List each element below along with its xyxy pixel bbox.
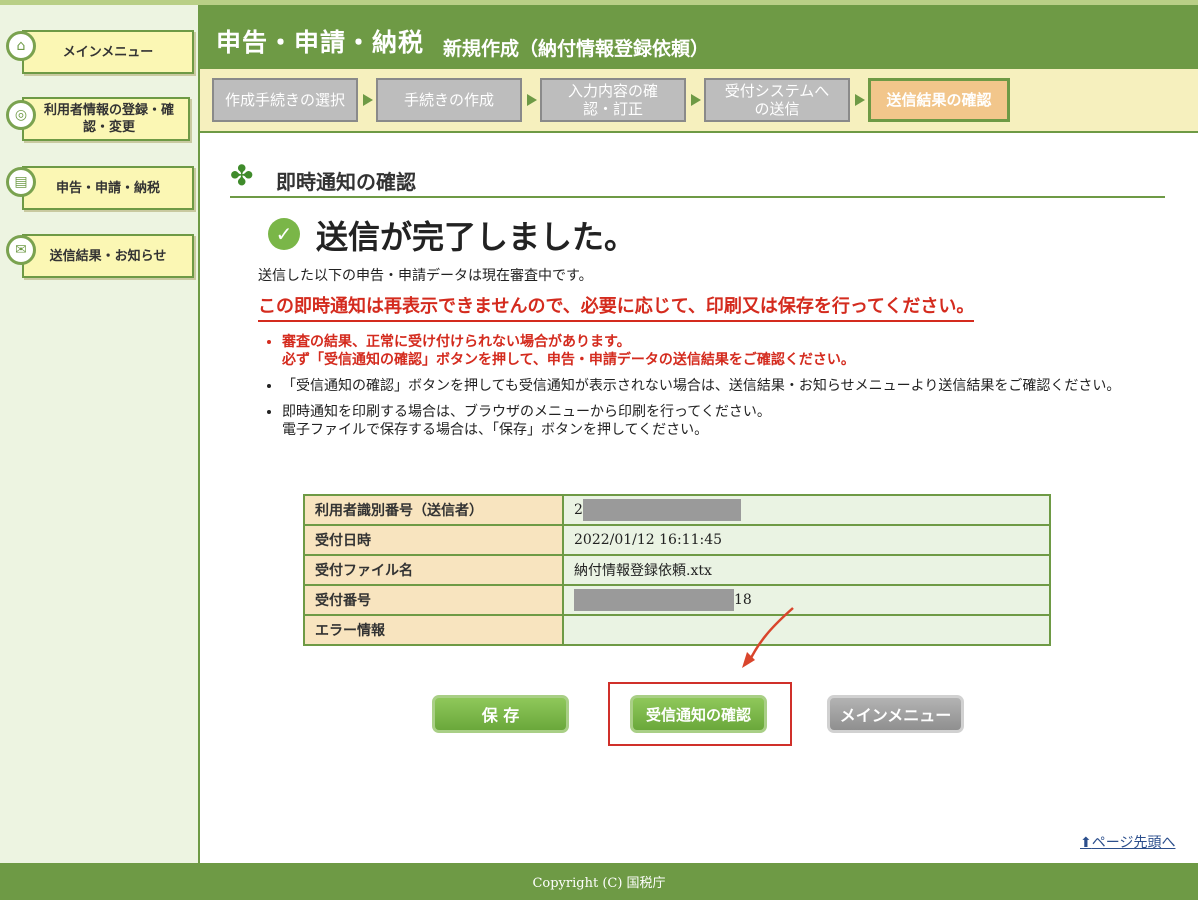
sidebar-item-filing[interactable]: 申告・申請・納税 [22, 166, 194, 210]
table-cell-label: エラー情報 [303, 614, 564, 646]
progress-steps: 作成手続きの選択 手続きの作成 入力内容の確認・訂正 受付システムへの送信 送信… [200, 69, 1198, 133]
main-menu-button[interactable]: メインメニュー [827, 695, 964, 733]
intro-text: 送信した以下の申告・申請データは現在審査中です。 [258, 268, 593, 284]
table-cell-value: 納付情報登録依頼.xtx [562, 554, 1051, 586]
highlight-box [608, 682, 792, 746]
annotation-arrow-icon [742, 607, 794, 668]
table-cell-value [562, 614, 1051, 646]
table-cell-value: 2 [562, 494, 1051, 526]
sidebar-item-user-info[interactable]: 利用者情報の登録・確認・変更 [22, 97, 190, 141]
save-button[interactable]: 保 存 [432, 695, 569, 733]
receipt-info-table: 利用者識別番号（送信者） 2 受付日時 2022/01/12 16:11:45 … [303, 494, 1051, 646]
redaction-mask [574, 589, 734, 611]
table-cell-label: 受付日時 [303, 524, 564, 556]
step-arrow-icon [855, 94, 865, 106]
step-label: 入力内容の確認・訂正 [567, 82, 658, 118]
sidebar: メインメニュー ⌂ 利用者情報の登録・確認・変更 ◎ 申告・申請・納税 ▤ 送信… [0, 5, 200, 863]
table-cell-value: 18 [562, 584, 1051, 616]
user-id-value: 2 [574, 502, 583, 518]
note-text: 「受信通知の確認」ボタンを押しても受信通知が表示されない場合は、送信結果・お知ら… [282, 378, 1121, 394]
table-row: 受付ファイル名 納付情報登録依頼.xtx [303, 554, 1051, 586]
step-arrow-icon [363, 94, 373, 106]
user-settings-icon: ◎ [6, 100, 36, 130]
warning-text: この即時通知は再表示できませんので、必要に応じて、印刷又は保存を行ってください。 [258, 292, 975, 322]
sidebar-item-main-menu[interactable]: メインメニュー [22, 30, 194, 74]
table-row: 受付番号 18 [303, 584, 1051, 616]
note-text: 審査の結果、正常に受け付けられない場合があります。 [282, 334, 631, 350]
note-text: 即時通知を印刷する場合は、ブラウザのメニューから印刷を行ってください。 [282, 404, 771, 420]
table-cell-label: 利用者識別番号（送信者） [303, 494, 564, 526]
table-cell-label: 受付番号 [303, 584, 564, 616]
step-confirm: 入力内容の確認・訂正 [540, 78, 686, 122]
step-label: 手続きの作成 [403, 91, 494, 109]
sidebar-item-label: 申告・申請・納税 [55, 180, 160, 196]
home-icon: ⌂ [6, 31, 36, 61]
table-row: 受付日時 2022/01/12 16:11:45 [303, 524, 1051, 556]
completion-text: 送信が完了しました。 [316, 218, 637, 256]
table-row: 利用者識別番号（送信者） 2 [303, 494, 1051, 526]
list-item: 即時通知を印刷する場合は、ブラウザのメニューから印刷を行ってください。 電子ファ… [282, 403, 1187, 439]
step-label: 受付システムへの送信 [724, 82, 830, 118]
checkmark-icon: ✓ [268, 218, 300, 250]
sidebar-item-label: メインメニュー [62, 44, 154, 60]
step-result: 送信結果の確認 [868, 78, 1010, 122]
page-top-link[interactable]: ⬆ページ先頭へ [1080, 832, 1175, 852]
page-subtitle: 新規作成（納付情報登録依頼） [443, 38, 710, 60]
step-arrow-icon [691, 94, 701, 106]
document-icon: ▤ [6, 167, 36, 197]
page-header: 申告・申請・納税 新規作成（納付情報登録依頼） [200, 5, 1198, 69]
clover-icon: ✤ [230, 159, 254, 192]
notes-list: 審査の結果、正常に受け付けられない場合があります。 必ず「受信通知の確認」ボタン… [262, 333, 1187, 447]
section-title: 即時通知の確認 [276, 170, 416, 194]
sidebar-item-label: 送信結果・お知らせ [49, 248, 167, 264]
sidebar-item-label: 利用者情報の登録・確認・変更 [43, 103, 174, 135]
step-label: 作成手続きの選択 [224, 91, 345, 109]
step-label: 送信結果の確認 [886, 91, 992, 109]
up-arrow-icon: ⬆ [1080, 835, 1092, 851]
page-top-label: ページ先頭へ [1091, 835, 1176, 851]
note-text: 必ず「受信通知の確認」ボタンを押して、申告・申請データの送信結果をご確認ください… [282, 352, 855, 368]
page-title: 申告・申請・納税 [216, 28, 425, 57]
list-item: 審査の結果、正常に受け付けられない場合があります。 必ず「受信通知の確認」ボタン… [282, 333, 1187, 369]
step-send: 受付システムへの送信 [704, 78, 850, 122]
step-arrow-icon [527, 94, 537, 106]
table-row: エラー情報 [303, 614, 1051, 646]
step-select-procedure: 作成手続きの選択 [212, 78, 358, 122]
note-text: 電子ファイルで保存する場合は、「保存」ボタンを押してください。 [282, 422, 709, 438]
step-create: 手続きの作成 [376, 78, 522, 122]
footer: Copyright (C) 国税庁 [0, 863, 1198, 900]
table-cell-value: 2022/01/12 16:11:45 [562, 524, 1051, 556]
section-header: ✤ 即時通知の確認 [230, 160, 1165, 198]
list-item: 「受信通知の確認」ボタンを押しても受信通知が表示されない場合は、送信結果・お知ら… [282, 377, 1187, 395]
redaction-mask [582, 499, 741, 521]
copyright-text: Copyright (C) 国税庁 [532, 876, 666, 891]
sidebar-item-results[interactable]: 送信結果・お知らせ [22, 234, 194, 278]
notice-icon: ✉ [6, 235, 36, 265]
table-cell-label: 受付ファイル名 [303, 554, 564, 586]
